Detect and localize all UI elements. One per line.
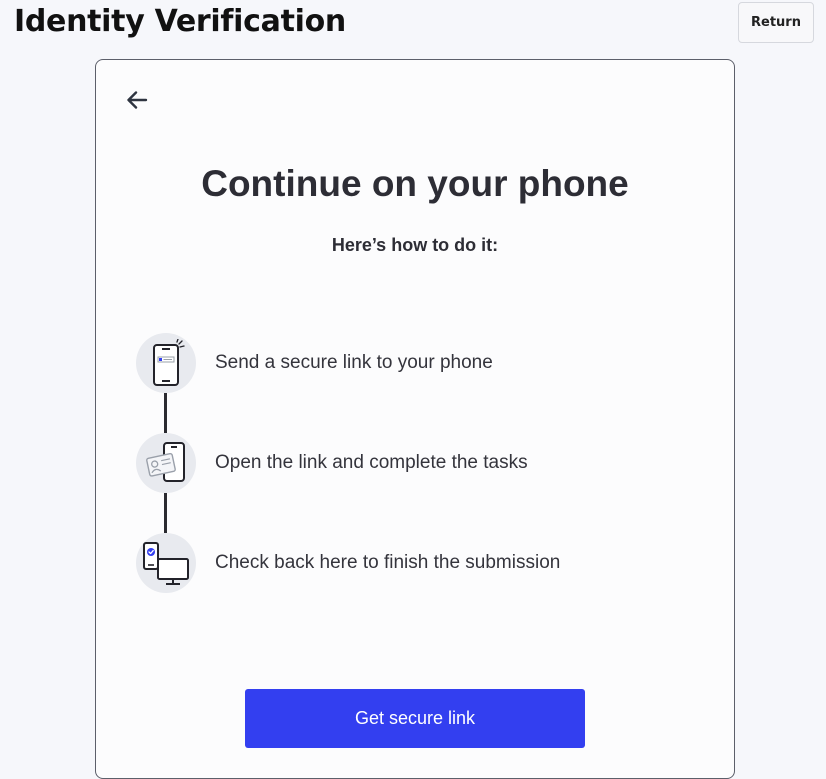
step-text: Open the link and complete the tasks (215, 452, 528, 473)
page-title: Identity Verification (14, 4, 346, 39)
back-button[interactable] (124, 88, 150, 112)
phone-desktop-check-icon (143, 542, 189, 585)
step-item: Check back here to finish the submission (136, 533, 560, 593)
phone-id-card-icon (146, 442, 185, 482)
step-connector (164, 393, 167, 433)
step-icon-circle (136, 533, 196, 593)
step-text: Check back here to finish the submission (215, 552, 561, 573)
steps-list: Send a secure link to your phone Open th… (136, 333, 696, 603)
arrow-left-icon (127, 91, 148, 109)
step-icon-circle (136, 433, 196, 493)
step-connector (164, 493, 167, 533)
step-item: Send a secure link to your phone (136, 333, 493, 393)
step-item: Open the link and complete the tasks (136, 433, 528, 493)
verification-card: Continue on your phone Here’s how to do … (95, 59, 735, 779)
card-subheading: Here’s how to do it: (331, 235, 499, 255)
phone-link-icon (153, 339, 185, 386)
get-secure-link-button[interactable]: Get secure link (245, 689, 585, 748)
return-button[interactable]: Return (738, 2, 814, 43)
step-text: Send a secure link to your phone (215, 352, 493, 373)
card-heading: Continue on your phone (201, 163, 629, 204)
step-icon-circle (136, 333, 196, 393)
